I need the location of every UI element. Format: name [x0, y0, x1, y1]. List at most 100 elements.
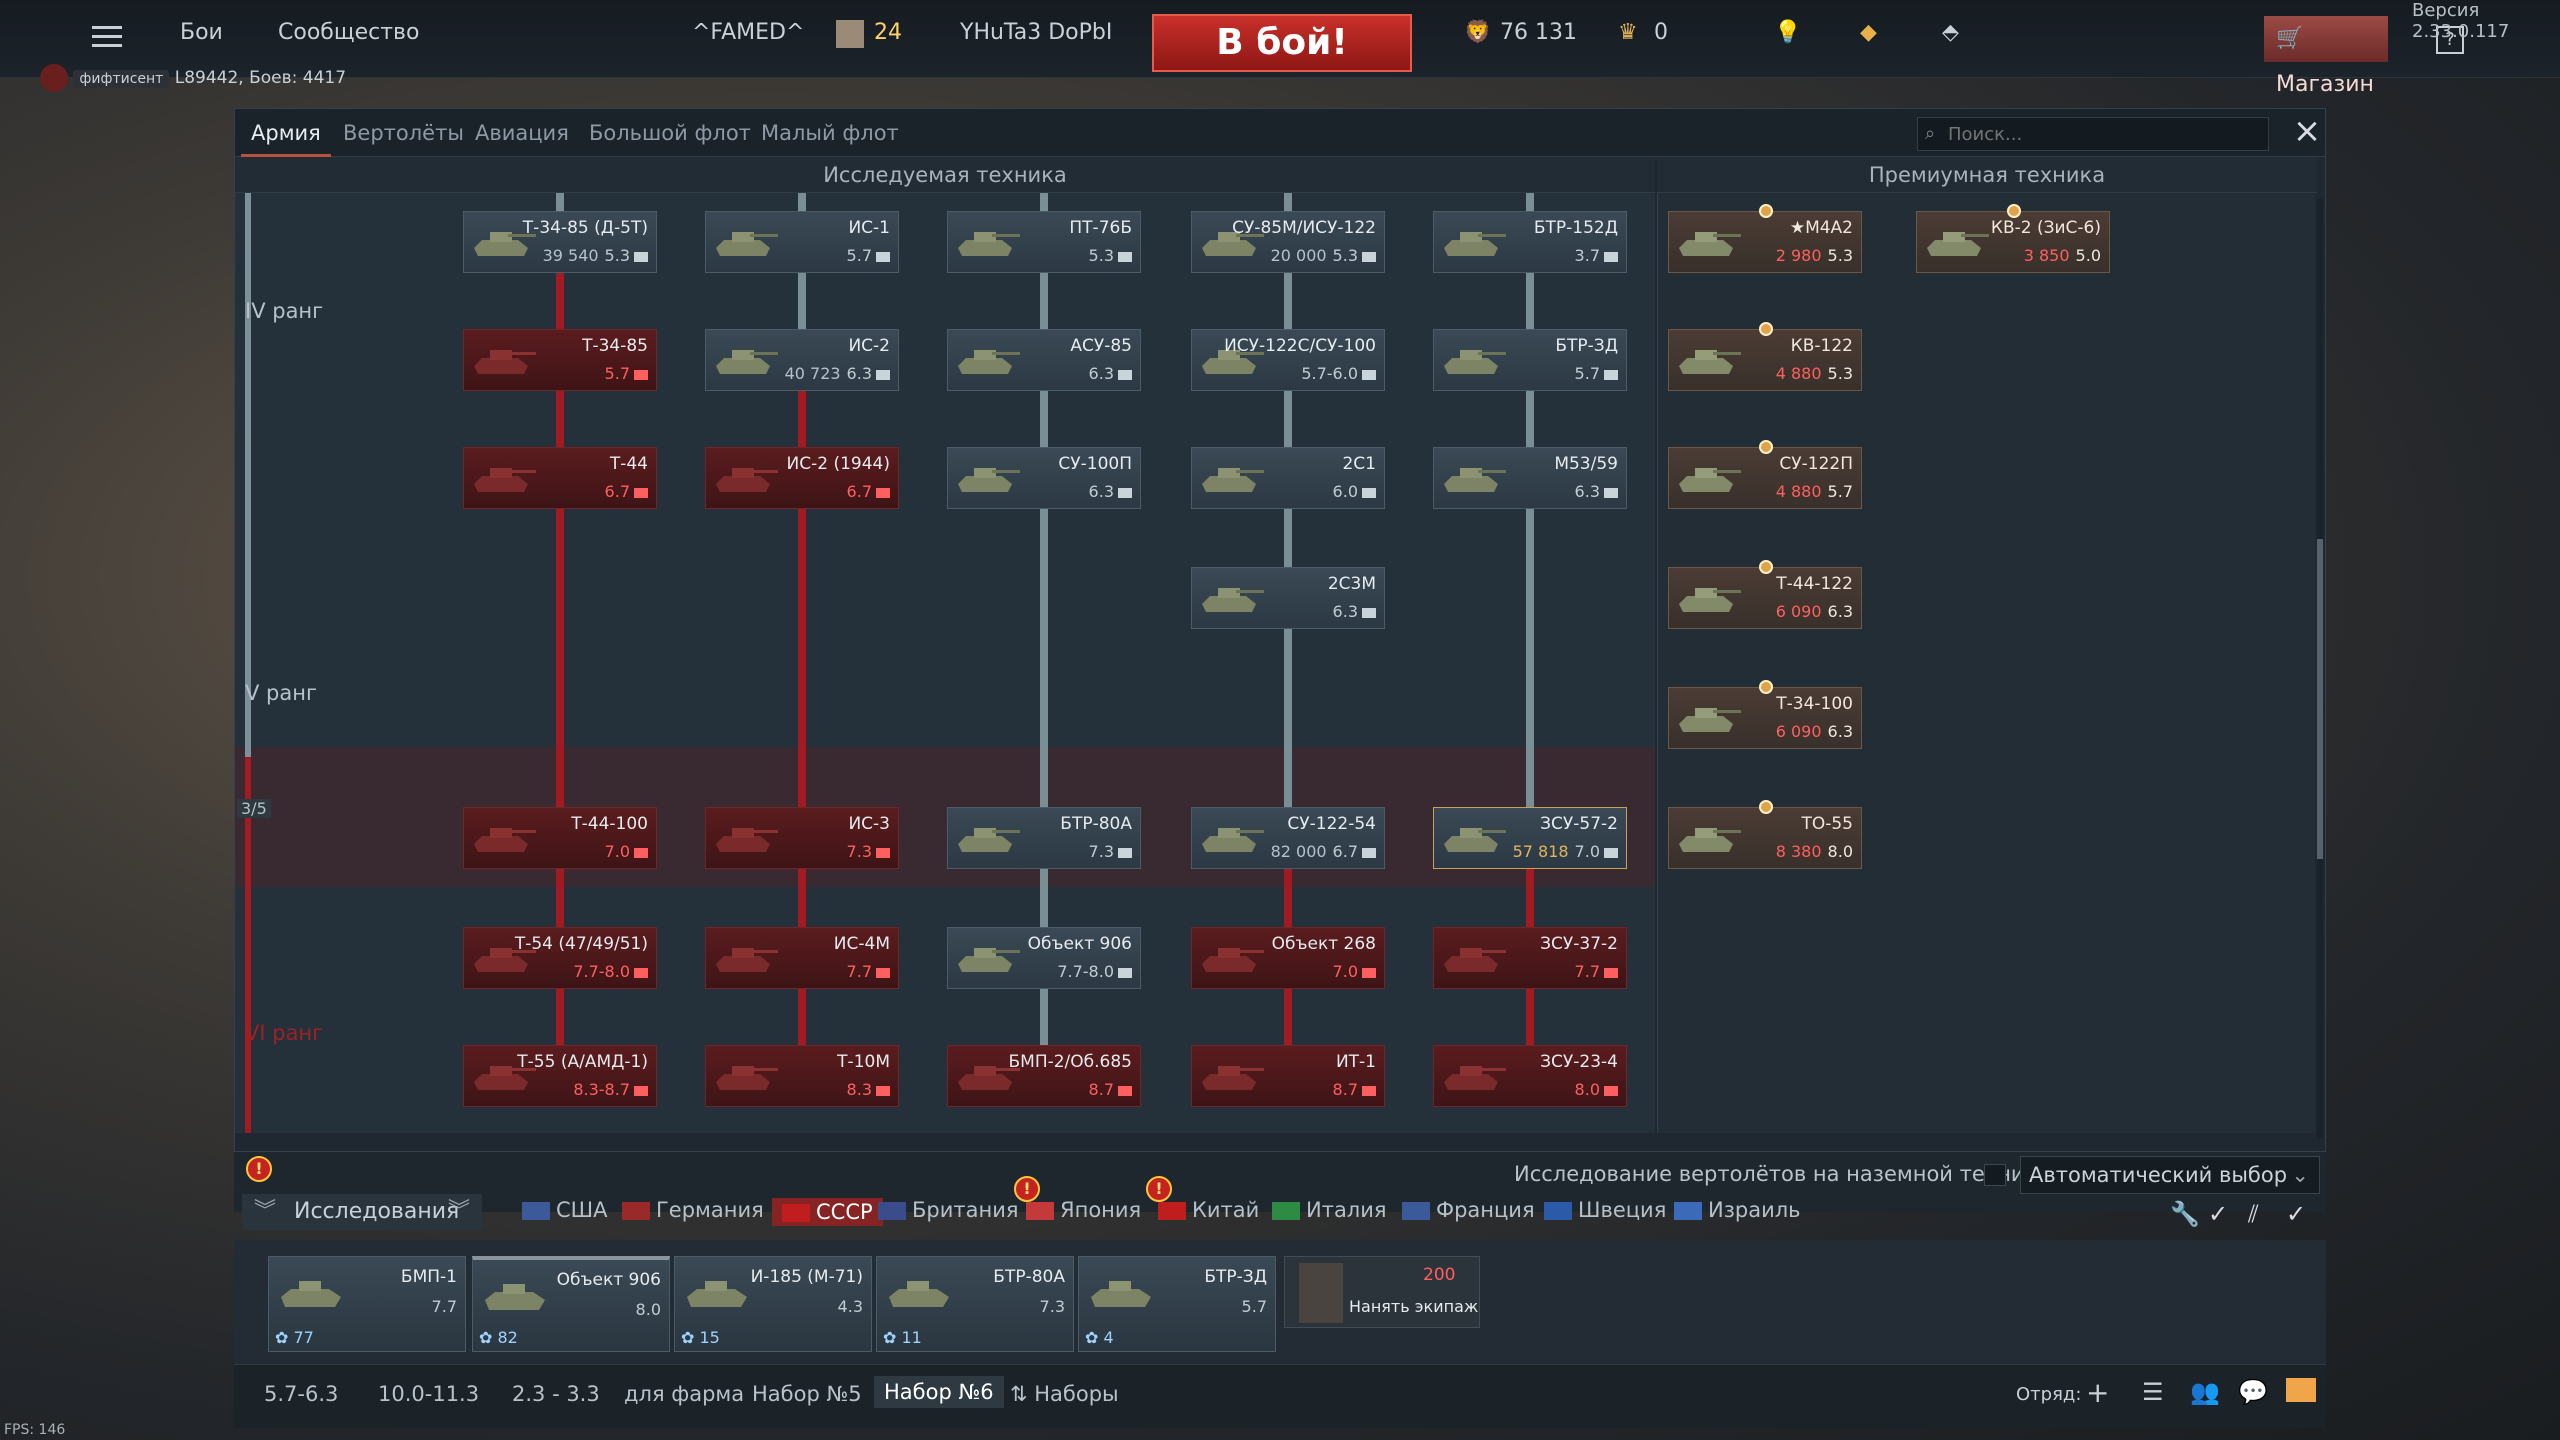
vehicle-card[interactable]: Т-34-85 5.7 — [463, 329, 657, 391]
to-battle-button[interactable]: В бой! — [1152, 14, 1412, 72]
ticket-icon[interactable]: ⬘ — [1942, 20, 1959, 45]
vehicle-card[interactable]: СУ-122-54 82 000 6.7 — [1191, 807, 1385, 869]
gold-balance: 0 — [1654, 20, 1668, 45]
vehicle-card[interactable]: ИС-2 40 723 6.3 — [705, 329, 899, 391]
shop-button[interactable]: 🛒 Магазин — [2264, 16, 2388, 97]
nation-tab[interactable]: Германия — [622, 1198, 764, 1222]
vehicle-card[interactable]: ИС-1 5.7 — [705, 211, 899, 273]
hire-crew-button[interactable]: 200 Нанять экипаж — [1284, 1256, 1480, 1328]
vehicle-card[interactable]: ИС-2 (1944) 6.7 — [705, 447, 899, 509]
vehicle-card[interactable]: M53/59 6.3 — [1433, 447, 1627, 509]
chat-icon[interactable]: 💬 — [2238, 1378, 2268, 1406]
auto-select-dropdown[interactable]: Автоматический выбор ⌄ — [2020, 1156, 2320, 1194]
tab-helicopters[interactable]: Вертолёты — [343, 121, 464, 145]
battle-rating: 6.3 — [1089, 482, 1132, 501]
community-menu[interactable]: Сообщество — [278, 20, 419, 45]
vehicle-card[interactable]: Объект 268 7.0 — [1191, 927, 1385, 989]
tree-connector — [1284, 509, 1292, 567]
mail-icon[interactable] — [2286, 1378, 2316, 1402]
add-squad-icon[interactable]: + — [2086, 1376, 2109, 1409]
check-icon[interactable]: ✓ — [2286, 1200, 2306, 1228]
nation-tab[interactable]: Италия — [1272, 1198, 1387, 1222]
premium-vehicle-card[interactable]: ★M4A2 2 980 5.3 — [1668, 204, 1862, 273]
premium-vehicle-card[interactable]: Т-34-100 6 090 6.3 — [1668, 680, 1862, 749]
check-icon[interactable]: ✓ — [2208, 1200, 2228, 1228]
vehicle-card[interactable]: Т-55 (А/АМД-1) 8.3-8.7 — [463, 1045, 657, 1107]
crew-slot[interactable]: БМП-1 7.7 ✿ 77 — [268, 1256, 466, 1352]
vehicle-card[interactable]: БМП-2/Об.685 8.7 — [947, 1045, 1141, 1107]
tree-scrollbar[interactable] — [2317, 199, 2323, 1139]
search-input[interactable] — [1917, 117, 2269, 151]
menu-icon[interactable] — [92, 26, 122, 48]
vehicle-card[interactable]: Т-54 (47/49/51) 7.7-8.0 — [463, 927, 657, 989]
preset-tab[interactable]: Набор №6 — [874, 1376, 1004, 1408]
vehicle-card[interactable]: ИСУ-122С/СУ-100 5.7-6.0 — [1191, 329, 1385, 391]
nation-tab[interactable]: Швеция — [1544, 1198, 1666, 1222]
vehicle-card[interactable]: ИТ-1 8.7 — [1191, 1045, 1385, 1107]
avatar[interactable] — [836, 20, 864, 48]
crew-slot[interactable]: БТР-80А 7.3 ✿ 11 — [876, 1256, 1074, 1352]
nation-tab[interactable]: Британия — [878, 1198, 1019, 1222]
preset-tab[interactable]: 2.3 - 3.3 — [512, 1382, 600, 1406]
scrollbar-thumb[interactable] — [2317, 539, 2323, 859]
close-button[interactable]: × — [2289, 113, 2325, 149]
crew-slot[interactable]: БТР-ЗД 5.7 ✿ 4 — [1078, 1256, 1276, 1352]
preset-tab[interactable]: 10.0-11.3 — [378, 1382, 479, 1406]
tab-army[interactable]: Армия — [241, 121, 331, 157]
heli-research-checkbox[interactable] — [1984, 1164, 2006, 1186]
nation-tab[interactable]: Япония — [1026, 1198, 1141, 1222]
premium-vehicle-card[interactable]: КВ-2 (ЗиС-6) 3 850 5.0 — [1916, 204, 2110, 273]
crew-slot[interactable]: Объект 906 8.0 ✿ 82 — [472, 1256, 670, 1352]
list-icon[interactable]: ☰ — [2142, 1378, 2164, 1406]
preset-tab[interactable]: 5.7-6.3 — [264, 1382, 338, 1406]
lightbulb-icon[interactable]: 💡 — [1774, 20, 1801, 45]
nation-tab[interactable]: Франция — [1402, 1198, 1535, 1222]
vehicle-card[interactable]: Т-44-100 7.0 — [463, 807, 657, 869]
nation-tab[interactable]: СССР — [772, 1198, 883, 1226]
premium-vehicle-card[interactable]: КВ-122 4 880 5.3 — [1668, 322, 1862, 391]
tank-icon — [1196, 936, 1266, 980]
vehicle-card[interactable]: Т-10М 8.3 — [705, 1045, 899, 1107]
vehicle-card[interactable]: Т-44 6.7 — [463, 447, 657, 509]
premium-vehicle-card[interactable]: ТО-55 8 380 8.0 — [1668, 800, 1862, 869]
vehicle-card[interactable]: ПТ-76Б 5.3 — [947, 211, 1141, 273]
br-value: 5.3 — [1088, 246, 1114, 265]
wrench-icon[interactable]: 🔧 — [2170, 1200, 2200, 1228]
vehicle-card[interactable]: БТР-152Д 3.7 — [1433, 211, 1627, 273]
tab-aviation[interactable]: Авиация — [475, 121, 569, 145]
vehicle-card[interactable]: БТР-80А 7.3 — [947, 807, 1141, 869]
preset-tab[interactable]: для фарма — [624, 1382, 744, 1406]
vehicle-card[interactable]: СУ-85М/ИСУ-122 20 000 5.3 — [1191, 211, 1385, 273]
nation-tab[interactable]: Китай — [1158, 1198, 1259, 1222]
tab-bluewater-fleet[interactable]: Большой флот — [589, 121, 751, 145]
tech-tree[interactable]: IV ранг V ранг VI ранг 3/5 Т-34-85 (Д-5Т… — [235, 193, 1655, 1133]
player-nickname[interactable]: YHuTa3 DoPbI — [960, 20, 1112, 45]
vehicle-card[interactable]: ИС-4М 7.7 — [705, 927, 899, 989]
vehicle-card[interactable]: ЗСУ-57-2 57 818 7.0 — [1433, 807, 1627, 869]
nation-tab[interactable]: США — [522, 1198, 608, 1222]
vehicle-name: ЗСУ-37-2 — [1540, 934, 1618, 954]
vehicle-card[interactable]: Т-34-85 (Д-5Т) 39 540 5.3 — [463, 211, 657, 273]
nation-tab[interactable]: Израиль — [1674, 1198, 1801, 1222]
premium-vehicle-card[interactable]: СУ-122П 4 880 5.7 — [1668, 440, 1862, 509]
vehicle-card[interactable]: ИС-3 7.3 — [705, 807, 899, 869]
tab-coastal-fleet[interactable]: Малый флот — [761, 121, 899, 145]
vehicle-card[interactable]: АСУ-85 6.3 — [947, 329, 1141, 391]
vehicle-card[interactable]: 2С3М 6.3 — [1191, 567, 1385, 629]
preset-tab[interactable]: Набор №5 — [752, 1382, 862, 1406]
vehicle-card[interactable]: Объект 906 7.7-8.0 — [947, 927, 1141, 989]
vehicle-card[interactable]: ЗСУ-23-4 8.0 — [1433, 1045, 1627, 1107]
preset-tab[interactable]: ⇅ Наборы — [1010, 1382, 1119, 1406]
repair-all-icon[interactable]: ⫽ — [2248, 1200, 2259, 1228]
battles-menu[interactable]: Бои — [180, 20, 223, 45]
vehicle-card[interactable]: 2С1 6.0 — [1191, 447, 1385, 509]
friends-icon[interactable]: 👥 — [2190, 1378, 2220, 1406]
vehicle-card[interactable]: БТР-ЗД 5.7 — [1433, 329, 1627, 391]
premium-vehicle-card[interactable]: Т-44-122 6 090 6.3 — [1668, 560, 1862, 629]
vehicle-card[interactable]: СУ-100П 6.3 — [947, 447, 1141, 509]
warning-icon[interactable]: ! — [246, 1156, 272, 1182]
research-toggle-button[interactable]: Исследования ︾ ︾ — [242, 1194, 482, 1230]
crew-slot[interactable]: И-185 (М-71) 4.3 ✿ 15 — [674, 1256, 872, 1352]
diamond-icon[interactable]: ◆ — [1860, 20, 1877, 45]
vehicle-card[interactable]: ЗСУ-37-2 7.7 — [1433, 927, 1627, 989]
